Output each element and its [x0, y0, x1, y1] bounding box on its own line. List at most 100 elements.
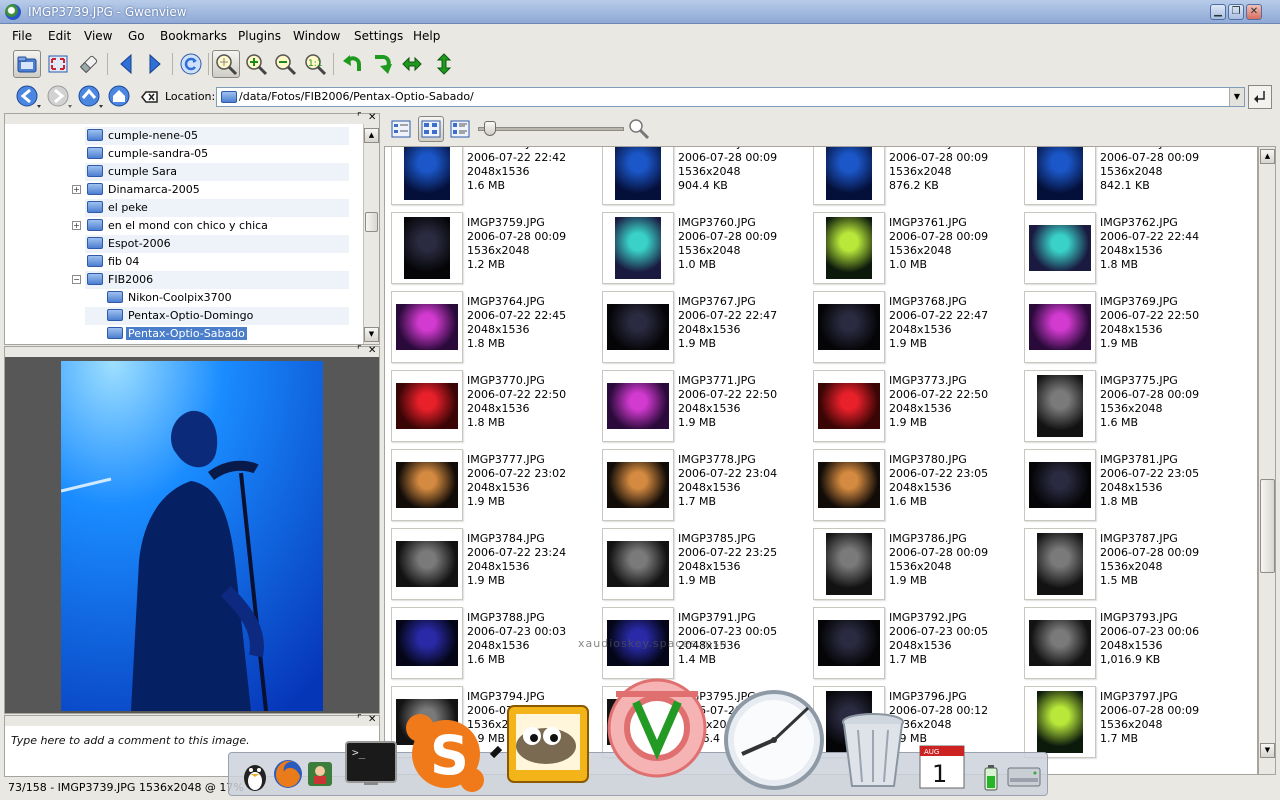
tree-item[interactable]: Dinamarca-2005 — [87, 181, 202, 199]
grid-scrollbar[interactable]: ▲ ▼ — [1258, 146, 1276, 775]
tree-item[interactable]: cumple-nene-05 — [87, 127, 200, 145]
calendar-icon[interactable]: AUG 1 — [916, 742, 970, 795]
thumbnail-frame[interactable] — [602, 370, 674, 442]
close-icon[interactable]: ✕ — [1246, 4, 1262, 20]
nav-forward-icon[interactable] — [45, 83, 73, 111]
thumbnail-frame[interactable] — [1024, 449, 1096, 521]
thumbnail-item[interactable]: IMGP3757.JPG2006-07-28 00:091536x2048876… — [809, 147, 1020, 210]
expand-icon[interactable]: + — [72, 185, 81, 194]
expand-icon[interactable]: + — [72, 221, 81, 230]
nav-home-icon[interactable] — [106, 83, 134, 111]
thumbnail-frame[interactable] — [602, 147, 674, 205]
tree-item[interactable]: Pentax-Optio-Domingo — [107, 307, 255, 325]
flip-horizontal-icon[interactable] — [398, 50, 426, 78]
scroll-down-icon[interactable]: ▼ — [1260, 743, 1275, 758]
thumbnail-item[interactable]: IMGP3788.JPG 2006-07-23 00:03 2048x1536 1.6… — [387, 605, 598, 684]
zoom-fit-icon[interactable] — [212, 50, 240, 78]
panel-close-icon[interactable]: ✕ — [368, 113, 376, 123]
thumbnail-frame[interactable] — [813, 370, 885, 442]
gimp-icon[interactable] — [489, 700, 594, 791]
zoom-out-icon[interactable] — [271, 50, 299, 78]
menu-bookmarks[interactable]: Bookmarks — [160, 29, 227, 43]
trash-icon[interactable] — [838, 712, 908, 795]
menu-settings[interactable]: Settings — [354, 29, 403, 43]
thumbnail-item[interactable]: IMGP3786.JPG 2006-07-28 00:09 1536x2048 1.9… — [809, 526, 1020, 605]
tree-item[interactable]: el peke — [87, 199, 150, 217]
thumbnail-item[interactable]: IMGP3777.JPG 2006-07-22 23:02 2048x1536 1.9… — [387, 447, 598, 526]
menu-file[interactable]: File — [12, 29, 32, 43]
location-input[interactable]: /data/Fotos/FIB2006/Pentax-Optio-Sabado/… — [216, 87, 1245, 107]
thumbnail-frame[interactable] — [602, 528, 674, 600]
tree-item[interactable]: FIB2006 — [87, 271, 155, 289]
title-bar[interactable]: IMGP3739.JPG - Gwenview ▁ ❐ ✕ — [0, 0, 1280, 24]
tree-item[interactable]: en el mond con chico y chica — [87, 217, 270, 235]
thumbnail-item[interactable]: IMGP3793.JPG 2006-07-23 00:06 2048x1536 1,0… — [1020, 605, 1231, 684]
rotate-left-icon[interactable] — [338, 50, 366, 78]
menu-go[interactable]: Go — [128, 29, 145, 43]
thumbnail-item[interactable]: IMGP3758.JPG2006-07-28 00:091536x2048842… — [1020, 147, 1231, 210]
thumbnail-frame[interactable] — [813, 291, 885, 363]
thumbnail-item[interactable]: IMGP3775.JPG 2006-07-28 00:09 1536x2048 1.6… — [1020, 368, 1231, 447]
thumbnail-view-icon[interactable] — [418, 116, 444, 142]
comment-input[interactable]: Type here to add a comment to this image… — [11, 734, 250, 747]
panel-close-icon[interactable]: ✕ — [368, 346, 376, 356]
thumbnail-frame[interactable] — [391, 147, 463, 205]
thumbnail-item[interactable]: IMGP3761.JPG 2006-07-28 00:09 1536x2048 1.0… — [809, 210, 1020, 289]
thumbnail-frame[interactable] — [1024, 528, 1096, 600]
folder-browse-icon[interactable] — [13, 50, 41, 78]
fullscreen-icon[interactable] — [44, 50, 72, 78]
thumbnail-item[interactable]: IMGP3759.JPG 2006-07-28 00:09 1536x2048 1.2… — [387, 210, 598, 289]
back-arrow-icon[interactable] — [112, 50, 140, 78]
tree-scrollbar[interactable]: ▲ ▼ — [363, 124, 379, 344]
thumbnail-frame[interactable] — [813, 607, 885, 679]
flip-vertical-icon[interactable] — [430, 50, 458, 78]
gwenview-app-icon[interactable] — [5, 4, 21, 20]
thumbnail-item[interactable]: IMGP3797.JPG 2006-07-28 00:09 1536x2048 1.7… — [1020, 684, 1231, 763]
thumbnail-item[interactable]: IMGP3764.JPG 2006-07-22 22:45 2048x1536 1.8… — [387, 289, 598, 368]
scroll-down-icon[interactable]: ▼ — [364, 327, 379, 342]
location-dropdown-icon[interactable]: ▼ — [1229, 88, 1244, 106]
undock-icon[interactable]: ⌜ — [357, 346, 362, 356]
list-view-icon[interactable] — [388, 116, 414, 142]
nav-up-icon[interactable] — [76, 83, 104, 111]
thumbnail-item[interactable]: IMGP3760.JPG 2006-07-28 00:09 1536x2048 1.0… — [598, 210, 809, 289]
panel-close-icon[interactable]: ✕ — [368, 715, 376, 725]
kopete-icon[interactable] — [306, 760, 334, 791]
preview-image[interactable] — [61, 361, 323, 711]
thumbnail-frame[interactable] — [391, 212, 463, 284]
kde-config-icon[interactable] — [596, 668, 718, 791]
zoom-in-icon[interactable] — [242, 50, 270, 78]
terminal-icon[interactable]: >_ — [344, 740, 398, 789]
thumbnail-item[interactable]: IMGP3768.JPG 2006-07-22 22:47 2048x1536 1.9… — [809, 289, 1020, 368]
tree-item[interactable]: cumple Sara — [87, 163, 179, 181]
menu-edit[interactable]: Edit — [48, 29, 71, 43]
skype-icon[interactable]: S — [404, 712, 488, 795]
maximize-icon[interactable]: ❐ — [1228, 4, 1244, 20]
menu-window[interactable]: Window — [293, 29, 340, 43]
thumbnail-frame[interactable] — [602, 212, 674, 284]
tree-item[interactable]: Pentax-Optio-Sabado — [107, 325, 247, 343]
thumbnail-item[interactable]: IMGP3767.JPG 2006-07-22 22:47 2048x1536 1.9… — [598, 289, 809, 368]
thumbnail-frame[interactable] — [391, 607, 463, 679]
scroll-up-icon[interactable]: ▲ — [1260, 149, 1275, 164]
thumbnail-item[interactable]: IMGP3787.JPG 2006-07-28 00:09 1536x2048 1.5… — [1020, 526, 1231, 605]
rotate-right-icon[interactable] — [368, 50, 396, 78]
clear-location-icon[interactable] — [136, 83, 164, 111]
thumbnail-item[interactable]: IMGP3762.JPG 2006-07-22 22:44 2048x1536 1.8… — [1020, 210, 1231, 289]
forward-arrow-icon[interactable] — [141, 50, 169, 78]
undock-icon[interactable]: ⌜ — [357, 715, 362, 725]
go-location-icon[interactable] — [1248, 85, 1272, 109]
thumbnail-item[interactable]: IMGP3771.JPG 2006-07-22 22:50 2048x1536 1.9… — [598, 368, 809, 447]
thumbnail-frame[interactable] — [602, 449, 674, 521]
clock-icon[interactable] — [722, 688, 826, 795]
zoom-reset-icon[interactable]: 1:1 — [301, 50, 329, 78]
thumbnail-frame[interactable] — [391, 370, 463, 442]
thumbnail-frame[interactable] — [813, 212, 885, 284]
thumbnail-item[interactable]: IMGP3769.JPG 2006-07-22 22:50 2048x1536 1.9… — [1020, 289, 1231, 368]
thumbnail-frame[interactable] — [391, 528, 463, 600]
thumbnail-frame[interactable] — [391, 449, 463, 521]
scroll-thumb[interactable] — [1260, 479, 1275, 573]
penguin-icon[interactable] — [240, 760, 270, 795]
thumbnail-frame[interactable] — [1024, 370, 1096, 442]
thumbnail-frame[interactable] — [391, 291, 463, 363]
